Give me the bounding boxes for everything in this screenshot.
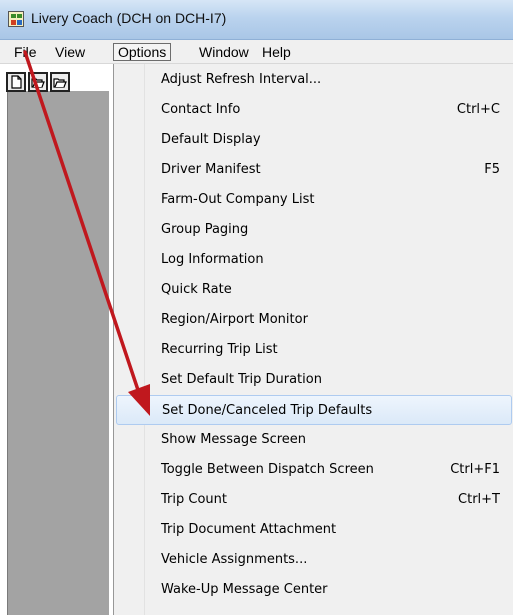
open-folder-icon [53,78,67,88]
menu-item-label: Adjust Refresh Interval... [161,72,322,87]
menu-item-label: Default Display [161,132,261,147]
menu-item-region-airport-monitor[interactable]: Region/Airport Monitor [116,305,512,335]
menu-item-label: Quick Rate [161,282,232,297]
menu-item-label: Group Paging [161,222,249,237]
menu-item-show-message-screen[interactable]: Show Message Screen [116,425,512,455]
workspace-panel [7,91,109,615]
menu-item-label: Wake-Up Message Center [161,582,328,597]
menu-item-wake-up-message-center[interactable]: Wake-Up Message Center [116,575,512,605]
menu-item-label: Farm-Out Company List [161,192,315,207]
menu-item-label: Trip Document Attachment [161,522,337,537]
menu-item-label: Contact Info [161,102,241,117]
menu-item-set-default-trip-duration[interactable]: Set Default Trip Duration [116,365,512,395]
menu-item-label: Region/Airport Monitor [161,312,308,327]
menu-item-recurring-trip-list[interactable]: Recurring Trip List [116,335,512,365]
menu-item-adjust-refresh-interval[interactable]: Adjust Refresh Interval... [116,65,512,95]
menu-item-shortcut: F5 [484,162,500,177]
options-dropdown-menu: Adjust Refresh Interval... Contact Info … [113,64,513,615]
menu-item-trip-document-attachment[interactable]: Trip Document Attachment [116,515,512,545]
menu-view[interactable]: View [51,43,89,61]
open-folder-button-2[interactable] [50,72,70,92]
menu-item-default-display[interactable]: Default Display [116,125,512,155]
menu-item-label: Set Default Trip Duration [161,372,322,387]
menu-item-contact-info[interactable]: Contact Info Ctrl+C [116,95,512,125]
menu-item-label: Set Done/Canceled Trip Defaults [162,403,373,418]
menu-item-shortcut: Ctrl+T [458,492,500,507]
menu-bar: File View Options Window Help [0,40,513,64]
menu-item-vehicle-assignments[interactable]: Vehicle Assignments... [116,545,512,575]
menu-item-label: Trip Count [161,492,227,507]
menu-item-label: Toggle Between Dispatch Screen [161,462,374,477]
menu-item-log-information[interactable]: Log Information [116,245,512,275]
menu-item-driver-manifest[interactable]: Driver Manifest F5 [116,155,512,185]
menu-item-label: Recurring Trip List [161,342,278,357]
menu-item-shortcut: Ctrl+F1 [450,462,500,477]
window-title: Livery Coach (DCH on DCH-I7) [31,10,227,26]
menu-item-toggle-between-dispatch-screen[interactable]: Toggle Between Dispatch Screen Ctrl+F1 [116,455,512,485]
menu-file[interactable]: File [10,43,41,61]
menu-item-label: Log Information [161,252,264,267]
menu-help[interactable]: Help [258,43,295,61]
menu-item-label: Vehicle Assignments... [161,552,308,567]
menu-item-shortcut: Ctrl+C [456,102,500,117]
new-document-icon [11,75,22,89]
menu-options[interactable]: Options [113,43,172,61]
menu-item-set-done-canceled-trip-defaults[interactable]: Set Done/Canceled Trip Defaults [116,395,512,425]
open-folder-icon [31,78,45,88]
menu-item-farm-out-company-list[interactable]: Farm-Out Company List [116,185,512,215]
livery-coach-app-icon [8,11,24,27]
new-document-button[interactable] [6,72,26,92]
menu-item-label: Driver Manifest [161,162,261,177]
title-bar: Livery Coach (DCH on DCH-I7) [0,0,513,40]
app-window: Livery Coach (DCH on DCH-I7) File View O… [0,0,513,615]
menu-item-quick-rate[interactable]: Quick Rate [116,275,512,305]
menu-item-group-paging[interactable]: Group Paging [116,215,512,245]
open-folder-button[interactable] [28,72,48,92]
toolbar [6,72,108,92]
menu-window[interactable]: Window [195,43,253,61]
menu-item-trip-count[interactable]: Trip Count Ctrl+T [116,485,512,515]
menu-item-label: Show Message Screen [161,432,307,447]
